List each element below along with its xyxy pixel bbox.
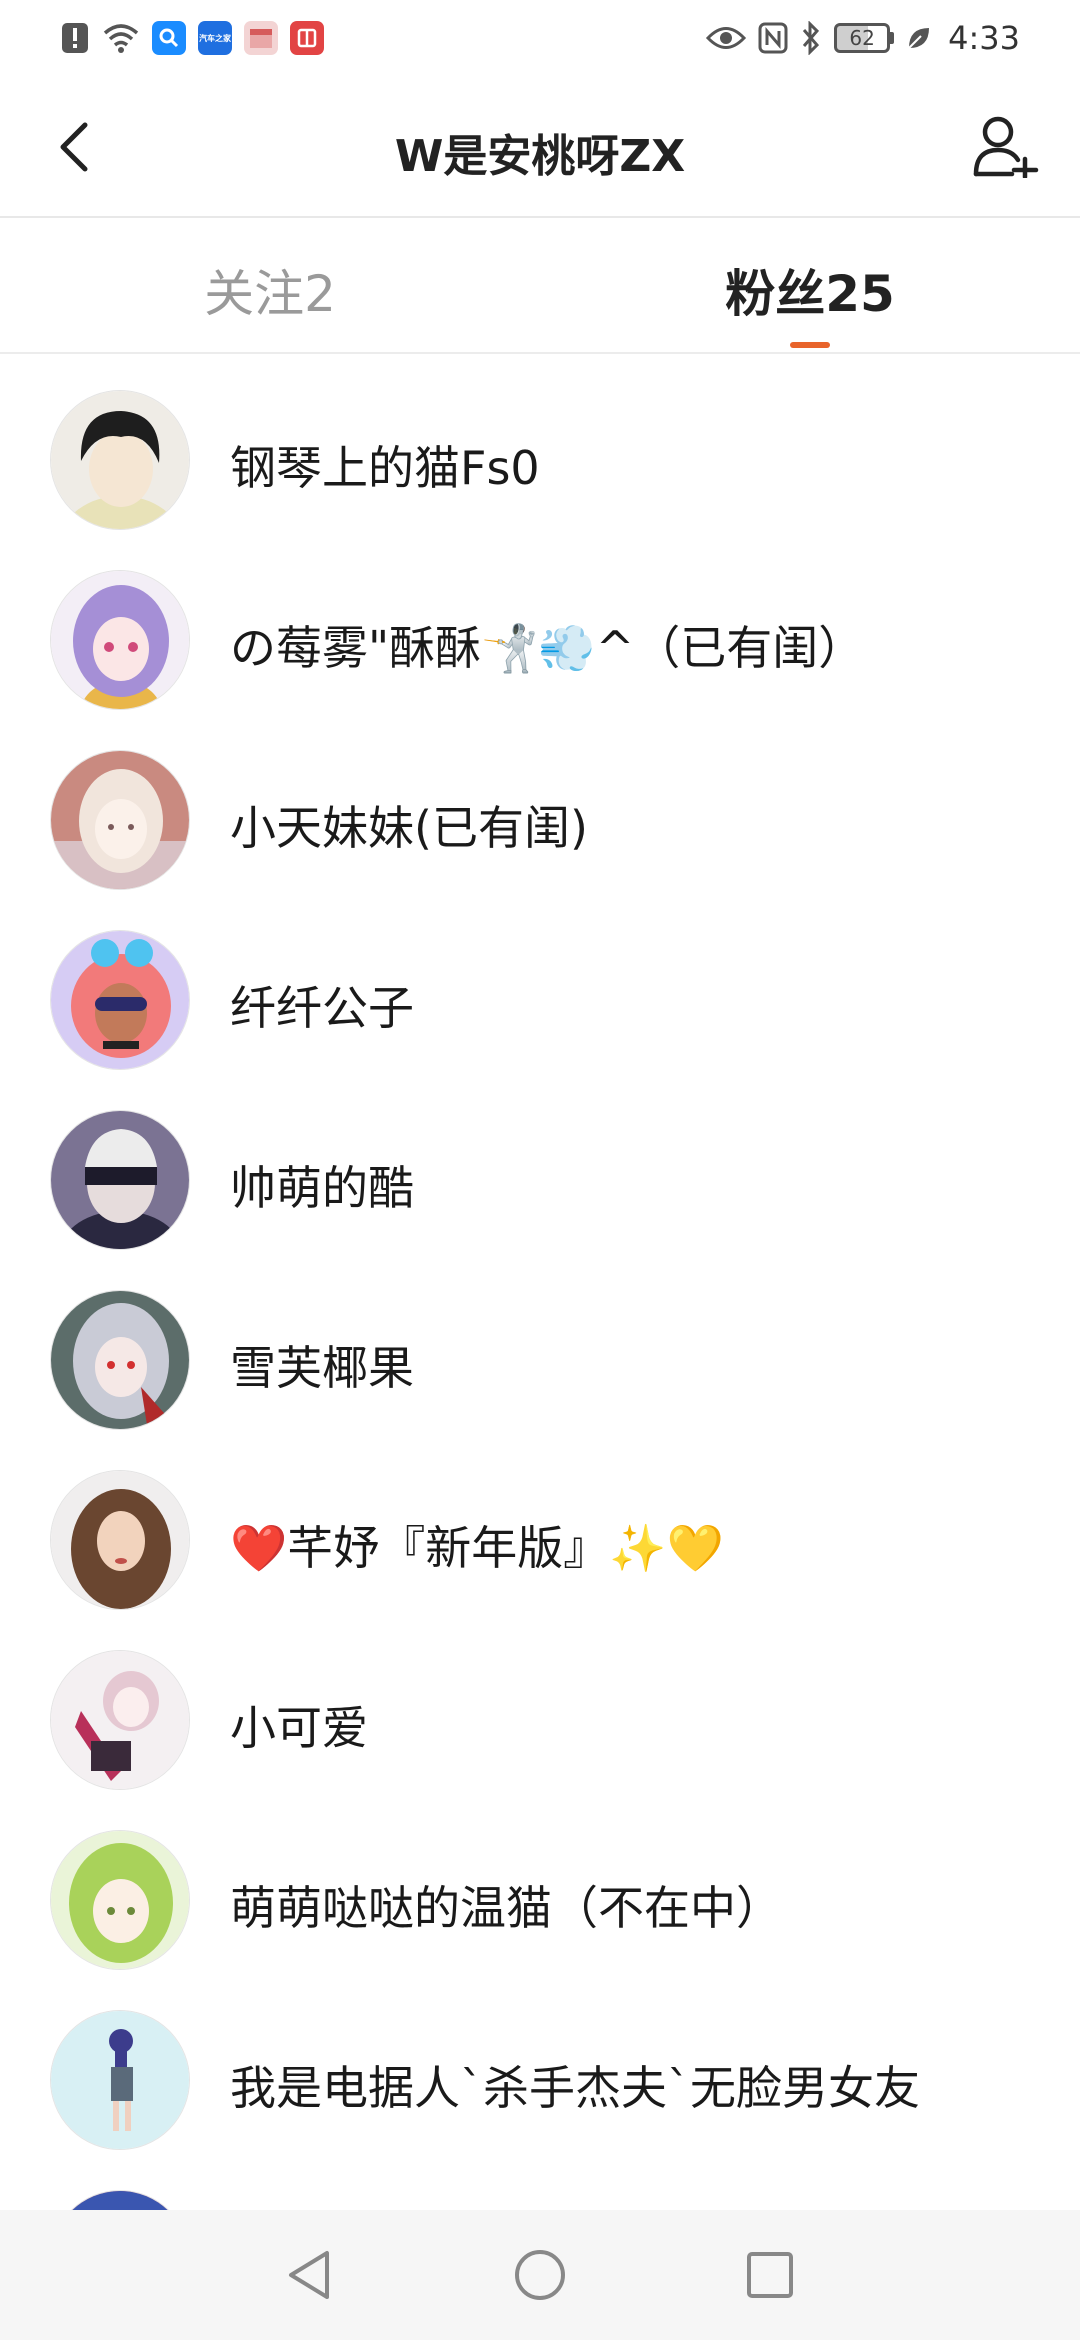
fan-name: 小天妹妹(已有闺) (230, 801, 588, 855)
avatar (50, 750, 190, 890)
avatar (50, 570, 190, 710)
bluetooth-icon (800, 21, 822, 55)
avatar (50, 390, 190, 530)
list-item[interactable]: 雪芙椰果 (0, 1270, 1080, 1450)
recents-square-icon (747, 2252, 793, 2298)
fan-name: 萌萌哒哒的温猫（不在中） (230, 1881, 782, 1935)
book-app-icon (290, 21, 324, 55)
autohome-app-icon: 汽车之家 (198, 21, 232, 55)
fan-name: 钢琴上的猫Fs0 (230, 441, 540, 495)
fan-list: 钢琴上的猫Fs0 の莓雾"酥酥🤺💨^（已有闺） 小天妹妹(已有闺) 纤纤公子 帅… (0, 370, 1080, 2210)
nav-back-button[interactable] (274, 2240, 344, 2310)
list-item[interactable]: 钢琴上的猫Fs0 (0, 370, 1080, 550)
fan-name: 纤纤公子 (230, 981, 414, 1035)
list-item[interactable]: 帅萌的酷 (0, 1090, 1080, 1270)
list-item[interactable]: ❤️芊妤『新年版』✨💛 (0, 1450, 1080, 1630)
list-item[interactable]: 萌萌哒哒的温猫（不在中） (0, 1810, 1080, 1990)
clock: 4:33 (948, 19, 1020, 57)
list-item[interactable] (0, 2170, 1080, 2210)
status-right-icons: 62 4:33 (706, 19, 1020, 57)
nav-home-button[interactable] (505, 2240, 575, 2310)
wifi-icon (102, 22, 140, 54)
add-user-button[interactable] (966, 106, 1046, 186)
avatar (50, 930, 190, 1070)
tab-active-indicator (790, 342, 830, 348)
home-circle-icon (515, 2250, 565, 2300)
alert-icon (60, 21, 90, 55)
back-button[interactable] (40, 112, 110, 182)
fan-name: 我是电据人`杀手杰夫`无脸男女友 (230, 2061, 920, 2115)
fan-name: ❤️芊妤『新年版』✨💛 (230, 1521, 724, 1575)
list-item[interactable]: 小天妹妹(已有闺) (0, 730, 1080, 910)
nav-recents-button[interactable] (735, 2240, 805, 2310)
avatar (50, 2190, 190, 2210)
list-item[interactable]: 纤纤公子 (0, 910, 1080, 1090)
page-title: W是安桃呀ZX (394, 131, 686, 182)
search-app-icon (152, 21, 186, 55)
tab-following[interactable]: 关注2 (120, 254, 420, 326)
avatar (50, 1290, 190, 1430)
list-item[interactable]: 小可爱 (0, 1630, 1080, 1810)
battery-level: 62 (834, 23, 891, 53)
avatar (50, 1830, 190, 1970)
avatar (50, 1110, 190, 1250)
status-left-icons: 汽车之家 (60, 21, 324, 55)
header: W是安桃呀ZX (0, 76, 1080, 218)
avatar (50, 2010, 190, 2150)
box-app-icon (244, 21, 278, 55)
list-item[interactable]: の莓雾"酥酥🤺💨^（已有闺） (0, 550, 1080, 730)
add-user-icon (973, 116, 1039, 178)
fan-name: の莓雾"酥酥🤺💨^（已有闺） (230, 621, 865, 675)
fan-name: 帅萌的酷 (230, 1161, 414, 1215)
avatar (50, 1470, 190, 1610)
tab-fans[interactable]: 粉丝25 (660, 254, 960, 326)
back-triangle-icon (289, 2251, 329, 2299)
tab-bar: 关注2 粉丝25 (0, 218, 1080, 354)
leaf-icon (906, 25, 932, 51)
avatar (50, 1650, 190, 1790)
chevron-left-icon (60, 122, 88, 172)
list-item[interactable]: 我是电据人`杀手杰夫`无脸男女友 (0, 1990, 1080, 2170)
eye-icon (706, 25, 747, 51)
battery-icon: 62 (834, 23, 895, 53)
status-bar: 汽车之家 62 4:33 (0, 0, 1080, 76)
fan-name: 小可爱 (230, 1701, 368, 1755)
nfc-icon (758, 22, 788, 54)
fan-name: 雪芙椰果 (230, 1341, 414, 1395)
system-nav-bar (0, 2210, 1080, 2340)
